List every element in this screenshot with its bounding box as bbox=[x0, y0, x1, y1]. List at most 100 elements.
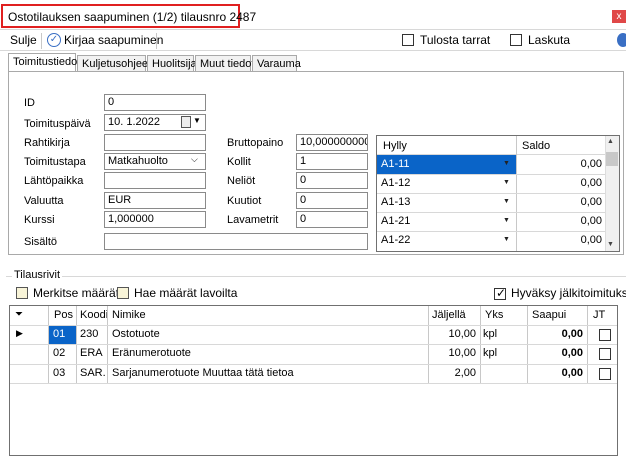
content-field[interactable] bbox=[104, 233, 368, 250]
shelf-cell[interactable]: A1-21 bbox=[381, 212, 410, 231]
dropdown-arrow-icon[interactable]: ▼ bbox=[503, 160, 510, 167]
shelf-cell[interactable]: A1-13 bbox=[381, 193, 410, 212]
remaining-cell[interactable]: 2,00 bbox=[430, 364, 476, 383]
backorder-checkbox[interactable] bbox=[599, 348, 611, 360]
current-row-icon: ▶ bbox=[16, 328, 23, 338]
dropdown-arrow-icon[interactable]: ▼ bbox=[503, 198, 510, 205]
name-header: Nimike bbox=[112, 309, 146, 321]
scroll-up-icon[interactable]: ▲ bbox=[607, 138, 614, 145]
rate-field[interactable]: 1,000000 bbox=[104, 211, 206, 228]
name-cell[interactable]: Ostotuote bbox=[112, 325, 160, 344]
approve-backorders-label: Hyväksy jälkitoimitukset bbox=[511, 286, 626, 300]
id-label: ID bbox=[24, 97, 35, 109]
unit-cell[interactable]: kpl bbox=[483, 344, 497, 363]
chevron-down-icon[interactable]: ▼ bbox=[193, 116, 201, 125]
backorder-checkbox[interactable] bbox=[599, 368, 611, 380]
code-cell[interactable]: 230 bbox=[80, 325, 98, 344]
toolbar-divider bbox=[0, 50, 626, 51]
loading-meters-field[interactable]: 0 bbox=[296, 211, 368, 228]
currency-label: Valuutta bbox=[24, 195, 64, 207]
currency-field[interactable]: EUR bbox=[104, 192, 206, 209]
edit-icon bbox=[16, 287, 28, 299]
tab-varauma[interactable]: Varauma bbox=[252, 55, 301, 72]
shelf-cell[interactable]: A1-12 bbox=[381, 174, 410, 193]
square-meters-label: Neliöt bbox=[227, 175, 256, 187]
grid-line bbox=[10, 383, 617, 384]
balance-cell: 0,00 bbox=[580, 234, 602, 246]
delivery-method-label: Toimitustapa bbox=[24, 156, 86, 168]
help-icon[interactable] bbox=[617, 33, 626, 47]
square-meters-field[interactable]: 0 bbox=[296, 172, 368, 189]
backorder-checkbox[interactable] bbox=[599, 329, 611, 341]
origin-label: Lähtöpaikka bbox=[24, 175, 84, 187]
book-arrival-button[interactable]: Kirjaa saapuminen bbox=[64, 33, 163, 47]
tab-toimitustiedot[interactable]: Toimitustiedot bbox=[8, 53, 80, 72]
cubic-meters-field[interactable]: 0 bbox=[296, 192, 368, 209]
name-cell[interactable]: Eränumerotuote bbox=[112, 344, 191, 363]
balance-cell: 0,00 bbox=[580, 215, 602, 227]
section-divider bbox=[6, 276, 626, 277]
toolbar-separator bbox=[156, 33, 157, 49]
tab-huolitsija[interactable]: Huolitsija bbox=[147, 55, 197, 72]
shelf-cell[interactable]: A1-22 bbox=[381, 231, 410, 250]
remaining-header: Jäljellä bbox=[432, 309, 466, 321]
mark-quantities-button[interactable]: Merkitse määrät bbox=[33, 286, 119, 300]
window-title: Ostotilauksen saapuminen (1/2) tilausnro… bbox=[8, 10, 257, 24]
packages-field[interactable]: 1 bbox=[296, 153, 368, 170]
approve-backorders-checkbox[interactable] bbox=[494, 286, 506, 300]
grid-line bbox=[377, 212, 605, 213]
chevron-down-icon[interactable]: ⌵ bbox=[191, 154, 198, 165]
pos-cell[interactable]: 01 bbox=[53, 325, 65, 344]
origin-field[interactable] bbox=[104, 172, 206, 189]
arrived-header: Saapui bbox=[532, 309, 567, 321]
dropdown-arrow-icon[interactable]: ▼ bbox=[503, 179, 510, 186]
waybill-label: Rahtikirja bbox=[24, 137, 70, 149]
name-cell[interactable]: Sarjanumerotuote Muuttaa tätä tietoa bbox=[112, 364, 294, 383]
pos-cell[interactable]: 02 bbox=[53, 344, 65, 363]
dropdown-arrow-icon[interactable]: ▼ bbox=[503, 236, 510, 243]
scroll-thumb[interactable] bbox=[606, 152, 618, 166]
order-rows-label: Tilausrivit bbox=[12, 269, 63, 281]
dropdown-arrow-icon[interactable]: ▼ bbox=[503, 217, 510, 224]
remaining-cell[interactable]: 10,00 bbox=[430, 344, 476, 363]
tab-kuljetusohjeet[interactable]: Kuljetusohjeet bbox=[77, 55, 151, 72]
close-window-button[interactable]: x bbox=[612, 10, 626, 23]
unit-cell[interactable]: kpl bbox=[483, 325, 497, 344]
backorder-header: JT bbox=[593, 309, 606, 321]
unit-header: Yks bbox=[485, 309, 504, 321]
invoice-checkbox[interactable] bbox=[510, 34, 522, 46]
content-label: Sisältö bbox=[24, 236, 58, 248]
scroll-down-icon[interactable]: ▼ bbox=[607, 241, 614, 248]
shelf-cell[interactable]: A1-11 bbox=[381, 155, 410, 174]
tab-muut-tiedot[interactable]: Muut tiedot bbox=[195, 55, 254, 72]
rate-label: Kurssi bbox=[24, 214, 55, 226]
code-header: Koodi bbox=[80, 309, 109, 321]
print-labels-label: Tulosta tarrat bbox=[420, 33, 491, 47]
toolbar-separator bbox=[41, 33, 42, 49]
remaining-cell[interactable]: 10,00 bbox=[430, 325, 476, 344]
pos-cell[interactable]: 03 bbox=[53, 364, 65, 383]
code-cell[interactable]: ERA bbox=[80, 344, 103, 363]
calendar-icon[interactable] bbox=[181, 116, 191, 128]
date-label: Toimituspäivä bbox=[24, 118, 91, 130]
arrived-cell[interactable]: 0,00 bbox=[530, 364, 583, 383]
packages-label: Kollit bbox=[227, 156, 251, 168]
grid-line bbox=[377, 193, 605, 194]
filter-icon[interactable]: ⏷ bbox=[15, 309, 23, 320]
arrived-cell[interactable]: 0,00 bbox=[530, 325, 583, 344]
id-field[interactable]: 0 bbox=[104, 94, 206, 111]
loading-meters-label: Lavametrit bbox=[227, 214, 279, 226]
fetch-quantities-button[interactable]: Hae määrät lavoilta bbox=[134, 286, 237, 300]
arrived-cell[interactable]: 0,00 bbox=[530, 344, 583, 363]
gross-weight-field[interactable]: 10,0000000000 bbox=[296, 134, 368, 151]
waybill-field[interactable] bbox=[104, 134, 206, 151]
code-cell[interactable]: SAR... bbox=[80, 364, 106, 383]
grid-line bbox=[10, 325, 617, 326]
invoice-label: Laskuta bbox=[528, 33, 571, 47]
print-labels-checkbox[interactable] bbox=[402, 34, 414, 46]
gross-weight-label: Bruttopaino bbox=[227, 137, 284, 149]
close-button[interactable]: Sulje bbox=[10, 33, 37, 47]
balance-cell: 0,00 bbox=[580, 196, 602, 208]
checkmark-icon: ✓ bbox=[47, 33, 61, 47]
edit-icon bbox=[117, 287, 129, 299]
